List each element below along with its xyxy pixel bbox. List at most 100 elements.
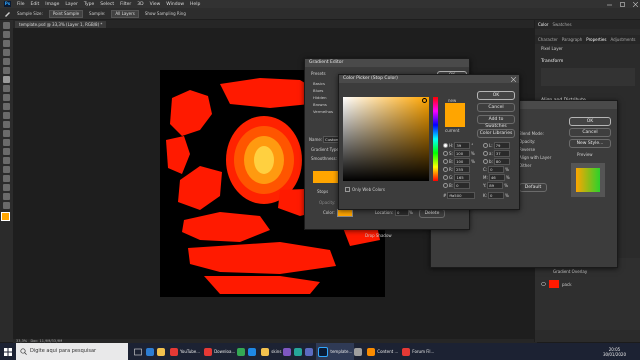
maximize-icon[interactable] [620,1,625,7]
location-input[interactable]: 0 [395,209,409,216]
layer-style-ok-button[interactable]: OK [569,117,611,126]
tab-color[interactable]: Color [538,22,548,27]
eyedropper-tool-icon[interactable] [3,76,10,83]
tab-paragraph[interactable]: Paragraph [562,37,583,42]
c-input[interactable]: 0 [488,165,505,173]
lasso-tool-icon[interactable] [3,40,10,47]
reset-default-button[interactable]: Default [519,183,547,192]
menu-select[interactable]: Select [100,2,114,7]
blue-radio[interactable] [443,182,448,188]
transform-fields[interactable] [541,68,635,86]
folder-basics[interactable]: Basics [313,81,341,86]
menu-layer[interactable]: Layer [65,2,78,7]
app-icon-4[interactable] [354,347,363,356]
s-radio[interactable] [443,150,448,156]
hand-tool-icon[interactable] [3,193,10,200]
checkbox-box[interactable] [345,187,350,192]
pen-tool-icon[interactable] [3,157,10,164]
b-input[interactable]: 100 [454,157,471,165]
foreground-color-swatch[interactable] [1,212,10,221]
taskbar-app-youtube[interactable]: YouTube... [168,343,202,360]
stop-color-swatch[interactable] [337,209,353,217]
menu-3d[interactable]: 3D [137,2,143,7]
dodge-tool-icon[interactable] [3,148,10,155]
document-tab[interactable]: template.psd @ 33,3% (Layer 1, RGB/8) * [15,21,107,28]
taskbar-app-skins[interactable]: skins [259,343,283,360]
menu-window[interactable]: Window [166,2,184,7]
s-input[interactable]: 100 [453,149,470,157]
transform-section[interactable]: Transform [535,53,640,66]
y-input[interactable]: 89 [487,181,504,189]
a-radio[interactable] [483,150,488,156]
task-view-icon[interactable] [134,348,142,356]
zoom-tool-icon[interactable] [3,202,10,209]
shape-tool-icon[interactable] [3,184,10,191]
gradient-overlay-item[interactable]: Gradient Overlay [535,267,640,276]
a-input[interactable]: 37 [493,149,510,157]
folder-browns[interactable]: Browns [313,102,341,107]
healing-tool-icon[interactable] [3,85,10,92]
move-tool-icon[interactable] [3,22,10,29]
path-select-tool-icon[interactable] [3,175,10,182]
new-style-button[interactable]: New Style... [569,139,611,148]
current-color-swatch[interactable] [445,115,465,127]
add-to-swatches-button[interactable]: Add to Swatches [477,115,515,129]
taskbar-clock[interactable]: 20:05 30/01/2020 [603,347,640,357]
menu-image[interactable]: Image [45,2,59,7]
clone-stamp-tool-icon[interactable] [3,103,10,110]
tab-adjustments[interactable]: Adjustments [610,37,635,42]
color-picker-cancel-button[interactable]: Cancel [477,103,515,112]
l-input[interactable]: 79 [493,141,510,149]
r-input[interactable]: 255 [454,165,471,173]
app-icon-3[interactable] [305,347,314,356]
menu-edit[interactable]: Edit [31,2,40,7]
layer-style-cancel-button[interactable]: Cancel [569,128,611,137]
show-sampling-ring-checkbox[interactable]: Show Sampling Ring [145,11,186,16]
eye-icon[interactable] [541,282,546,286]
taskbar-app-content[interactable]: Content ... [365,343,400,360]
reverse-checkbox[interactable]: Reverse [519,147,535,152]
steam-icon[interactable] [248,347,257,356]
color-field[interactable] [343,97,429,181]
hex-input[interactable]: ffa500 [447,191,476,199]
r-radio[interactable] [443,166,448,172]
layer-row[interactable]: pack [535,276,640,292]
align-with-layer-checkbox[interactable]: Align with Layer [519,155,551,160]
taskbar-app-forum[interactable]: Forum Fil... [400,343,436,360]
hue-slider[interactable] [433,97,438,181]
history-brush-tool-icon[interactable] [3,112,10,119]
folder-hidden[interactable]: Hidden [313,95,341,100]
drop-shadow-item[interactable]: Drop Shadow [365,233,392,238]
folder-blues[interactable]: Blues [313,88,341,93]
frame-tool-icon[interactable] [3,67,10,74]
m-input[interactable]: 46 [488,173,505,181]
marquee-tool-icon[interactable] [3,31,10,38]
b-radio[interactable] [443,158,448,164]
color-picker-ok-button[interactable]: OK [477,91,515,100]
menu-help[interactable]: Help [190,2,200,7]
menu-view[interactable]: View [150,2,161,7]
color-swatches[interactable] [1,212,13,224]
blur-tool-icon[interactable] [3,139,10,146]
sample-size-select[interactable]: Point Sample [48,9,84,18]
edge-icon[interactable] [146,347,154,356]
eyedropper-icon[interactable] [4,10,11,17]
h-input[interactable]: 39 [454,141,471,149]
h-radio[interactable] [443,142,448,148]
only-web-colors-checkbox[interactable]: Only Web Colors [345,187,385,192]
tab-swatches[interactable]: Swatches [552,22,571,27]
app-icon-2[interactable] [294,347,303,356]
tab-character[interactable]: Character [538,37,558,42]
eraser-tool-icon[interactable] [3,121,10,128]
lab-b-input[interactable]: 80 [493,157,510,165]
sample-select[interactable]: All Layers [111,9,139,18]
type-tool-icon[interactable] [3,166,10,173]
taskbar-app-photoshop[interactable]: template... [316,343,355,360]
start-button[interactable] [0,343,16,360]
menu-filter[interactable]: Filter [120,2,131,7]
crop-tool-icon[interactable] [3,58,10,65]
app-icon[interactable] [283,347,292,356]
lab-b-radio[interactable] [483,158,488,164]
g-input[interactable]: 165 [454,173,471,181]
dither-checkbox[interactable]: Dither [519,163,531,168]
